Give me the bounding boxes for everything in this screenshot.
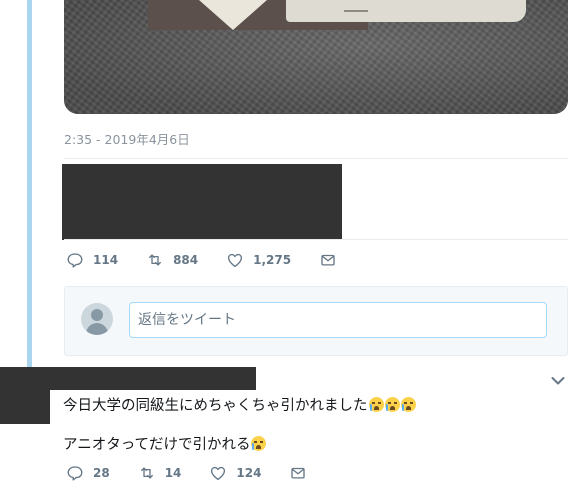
retweet-action[interactable]: 884	[146, 251, 198, 269]
direct-message-action[interactable]	[319, 251, 337, 269]
redacted-username	[48, 367, 256, 390]
divider	[64, 158, 568, 159]
like-count: 124	[236, 466, 262, 480]
retweet-icon	[149, 254, 161, 266]
crying-face-emoji	[368, 397, 384, 412]
reply-icon	[67, 466, 83, 481]
reply-tweet-line-1: 今日大学の同級生にめちゃくちゃ引かれました	[63, 394, 416, 415]
like-action[interactable]: 1,275	[226, 251, 291, 269]
reply-icon	[67, 253, 83, 268]
direct-message-action[interactable]	[289, 464, 307, 482]
envelope-icon	[321, 254, 335, 266]
divider	[64, 239, 568, 240]
reply-tweet-line-2: アニオタってだけで引かれる	[63, 433, 267, 454]
crying-face-emoji	[251, 436, 267, 451]
tweet-photo[interactable]	[64, 0, 568, 114]
chevron-down-icon[interactable]	[551, 376, 565, 386]
reply-action[interactable]: 28	[66, 464, 110, 482]
reply-count: 114	[93, 253, 119, 267]
like-action[interactable]: 124	[209, 464, 261, 482]
retweet-action[interactable]: 14	[138, 464, 182, 482]
reply-input[interactable]	[129, 302, 547, 338]
redacted-block	[62, 164, 342, 240]
reply-action[interactable]: 114	[66, 251, 118, 269]
retweet-icon	[140, 467, 153, 479]
tweet-actions: 114 884 1,275	[66, 251, 365, 269]
heart-icon	[228, 253, 243, 268]
envelope-icon	[291, 467, 306, 479]
tweet-timestamp[interactable]: 2:35 - 2019年4月6日	[64, 129, 190, 148]
retweet-count: 884	[173, 253, 199, 267]
crying-face-emoji	[400, 397, 416, 412]
redacted-avatar	[0, 367, 50, 424]
reply-count: 28	[93, 466, 110, 480]
crying-face-emoji	[384, 397, 400, 412]
reply-tweet-actions: 28 14 124	[66, 464, 335, 482]
reply-composer	[64, 286, 568, 356]
reply-tweet-text-2: アニオタってだけで引かれる	[63, 437, 251, 453]
retweet-count: 14	[164, 466, 182, 480]
user-avatar[interactable]	[81, 303, 113, 335]
like-count: 1,275	[253, 253, 292, 267]
reply-tweet-text-1: 今日大学の同級生にめちゃくちゃ引かれました	[63, 398, 368, 414]
thread-connector-line	[27, 0, 32, 372]
heart-icon	[211, 466, 226, 481]
